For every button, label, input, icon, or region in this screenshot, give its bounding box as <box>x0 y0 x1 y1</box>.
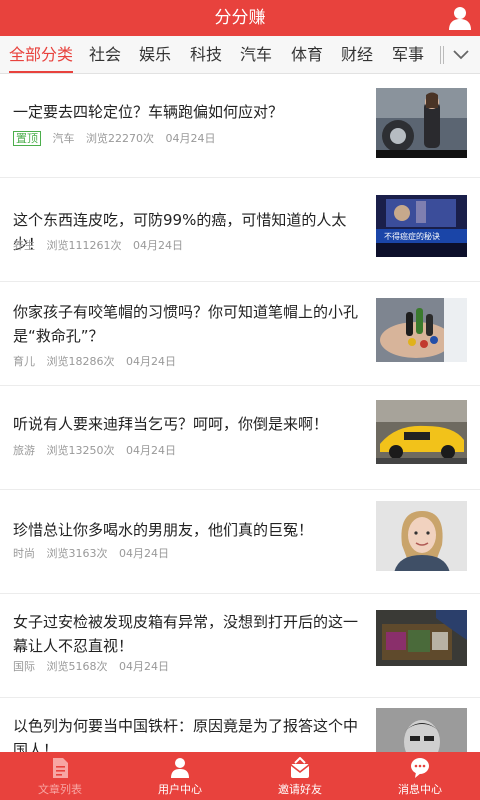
article-title: 女子过安检被发现皮箱有异常，没想到打开后的这一幕让人不忍直视！ <box>13 613 359 655</box>
article-item[interactable]: 你家孩子有咬笔帽的习惯吗？你可知道笔帽上的小孔是“救命孔”？ 育儿 浏览1828… <box>0 282 480 386</box>
article-date: 04月24日 <box>165 132 216 145</box>
bottom-navigation: 文章列表 用户中心 邀请好友 消息中心 <box>0 752 480 800</box>
article-views: 浏览22270次 <box>86 132 154 145</box>
nav-label: 邀请好友 <box>278 783 322 796</box>
user-icon <box>171 758 189 778</box>
article-category: 时尚 <box>13 547 35 560</box>
article-thumbnail <box>376 88 467 158</box>
article-category: 汽车 <box>52 132 75 145</box>
article-category: 养生 <box>13 239 35 252</box>
nav-label: 用户中心 <box>158 783 202 796</box>
envelope-icon <box>290 757 310 778</box>
article-item[interactable]: 以色列为何要当中国铁杆：原因竟是为了报答这个中国人！ <box>0 698 480 752</box>
article-list: 一定要去四轮定位？车辆跑偏如何应对？ 置顶 汽车 浏览22270次 04月24日… <box>0 74 480 752</box>
thumbnail-caption: 不得癌症的秘诀 <box>384 231 440 241</box>
article-item[interactable]: 珍惜总让你多喝水的男朋友，他们真的巨冤！ 时尚 浏览3163次 04月24日 <box>0 490 480 594</box>
article-date: 04月24日 <box>119 660 169 673</box>
tab-all[interactable]: 全部分类 <box>9 36 74 73</box>
nav-user-center[interactable]: 用户中心 <box>120 752 240 800</box>
tab-entertainment[interactable]: 娱乐 <box>139 36 171 73</box>
article-thumbnail <box>376 610 467 680</box>
article-meta: 置顶 汽车 浏览22270次 04月24日 <box>13 131 224 147</box>
article-views: 浏览3163次 <box>46 547 108 560</box>
article-thumbnail <box>376 501 467 571</box>
nav-label: 文章列表 <box>38 783 82 796</box>
tab-tech[interactable]: 科技 <box>190 36 222 73</box>
article-title: 听说有人要来迪拜当乞丐？呵呵，你倒是来啊！ <box>13 415 329 433</box>
article-category: 育儿 <box>13 355 35 368</box>
article-title: 珍惜总让你多喝水的男朋友，他们真的巨冤！ <box>13 521 314 539</box>
user-icon[interactable] <box>448 5 472 31</box>
app-header: 分分赚 <box>0 0 480 36</box>
article-views: 浏览13250次 <box>46 444 115 457</box>
article-title: 你家孩子有咬笔帽的习惯吗？你可知道笔帽上的小孔是“救命孔”？ <box>13 303 359 345</box>
article-thumbnail <box>376 298 467 368</box>
article-item[interactable]: 女子过安检被发现皮箱有异常，没想到打开后的这一幕让人不忍直视！ 国际 浏览516… <box>0 594 480 698</box>
article-thumbnail <box>376 708 467 752</box>
tab-finance[interactable]: 财经 <box>341 36 373 73</box>
article-views: 浏览18286次 <box>46 355 115 368</box>
nav-message-center[interactable]: 消息中心 <box>360 752 480 800</box>
article-thumbnail: 不得癌症的秘诀 <box>376 195 467 265</box>
chevron-down-icon[interactable] <box>442 36 480 73</box>
nav-label: 消息中心 <box>398 783 442 796</box>
article-item[interactable]: 一定要去四轮定位？车辆跑偏如何应对？ 置顶 汽车 浏览22270次 04月24日 <box>0 74 480 178</box>
category-tabs: 全部分类 社会 娱乐 科技 汽车 体育 财经 军事 <box>0 36 480 74</box>
nav-invite-friends[interactable]: 邀请好友 <box>240 752 360 800</box>
article-date: 04月24日 <box>133 239 183 252</box>
app-title: 分分赚 <box>214 8 266 28</box>
tab-sports[interactable]: 体育 <box>291 36 323 73</box>
article-views: 浏览111261次 <box>46 239 122 252</box>
article-date: 04月24日 <box>126 444 176 457</box>
pinned-badge: 置顶 <box>13 131 41 146</box>
document-icon <box>53 758 68 778</box>
article-meta: 时尚 浏览3163次 04月24日 <box>13 546 177 562</box>
article-thumbnail <box>376 400 467 470</box>
tab-military[interactable]: 军事 <box>392 36 424 73</box>
chat-bubble-icon <box>411 758 429 778</box>
article-views: 浏览5168次 <box>46 660 108 673</box>
article-item[interactable]: 这个东西连皮吃，可防99%的癌，可惜知道的人太少！ 养生 浏览111261次 0… <box>0 178 480 282</box>
article-title: 一定要去四轮定位？车辆跑偏如何应对？ <box>13 103 284 121</box>
article-item[interactable]: 听说有人要来迪拜当乞丐？呵呵，你倒是来啊！ 旅游 浏览13250次 04月24日 <box>0 386 480 490</box>
article-meta: 育儿 浏览18286次 04月24日 <box>13 354 184 370</box>
article-category: 旅游 <box>13 444 35 457</box>
article-meta: 养生 浏览111261次 04月24日 <box>13 238 191 254</box>
tab-society[interactable]: 社会 <box>89 36 121 73</box>
article-title: 以色列为何要当中国铁杆：原因竟是为了报答这个中国人！ <box>13 717 359 752</box>
nav-article-list[interactable]: 文章列表 <box>0 752 120 800</box>
article-category: 国际 <box>13 660 35 673</box>
article-date: 04月24日 <box>119 547 169 560</box>
article-meta: 国际 浏览5168次 04月24日 <box>13 659 177 675</box>
article-meta: 旅游 浏览13250次 04月24日 <box>13 443 184 459</box>
article-date: 04月24日 <box>126 355 176 368</box>
tab-auto[interactable]: 汽车 <box>240 36 272 73</box>
